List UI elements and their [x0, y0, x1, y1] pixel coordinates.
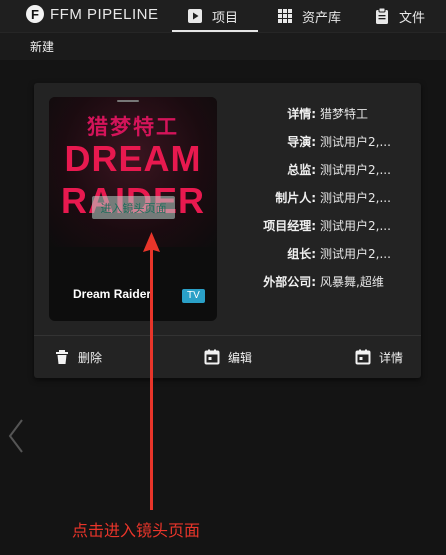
secondary-toolbar: 新建: [0, 32, 446, 60]
calendar-edit-icon: [204, 349, 220, 365]
detail-value: 测试用户2,...: [320, 135, 391, 149]
detail-label: 项目经理:: [263, 219, 316, 233]
delete-label: 删除: [78, 350, 103, 365]
detail-label: 详情: [379, 350, 404, 365]
detail-row: 导演: 测试用户2,...: [230, 133, 416, 161]
trash-icon: [56, 350, 68, 364]
poster-handle: [117, 100, 139, 102]
nav-tab-projects[interactable]: 项目: [186, 0, 238, 32]
enter-shot-page-button[interactable]: 进入镜头页面: [92, 196, 175, 219]
detail-row: 外部公司: 风暴舞,超维: [230, 273, 416, 301]
clipboard-icon: [373, 7, 391, 25]
detail-label: 总监:: [287, 163, 316, 177]
detail-row: 项目经理: 测试用户2,...: [230, 217, 416, 245]
new-button[interactable]: 新建: [30, 38, 54, 55]
nav-tab-label: 项目: [212, 10, 239, 26]
detail-label: 组长:: [287, 247, 316, 261]
detail-row: 总监: 测试用户2,...: [230, 161, 416, 189]
detail-label: 导演:: [287, 135, 316, 149]
chevron-left-icon[interactable]: [6, 418, 26, 454]
calendar-detail-icon: [355, 349, 371, 365]
annotation-text: 点击进入镜头页面: [72, 521, 201, 540]
project-poster[interactable]: 猎梦特工 DREAM RAIDER 进入镜头页面 Dream Raider TV: [49, 97, 217, 321]
nav-tab-label: 资产库: [302, 10, 342, 26]
project-details: 详情: 猎梦特工 导演: 测试用户2,... 总监: 测试用户2,... 制片人…: [230, 105, 416, 301]
detail-value: 测试用户2,...: [320, 247, 391, 261]
project-name: Dream Raider: [73, 287, 152, 301]
detail-label: 外部公司:: [263, 275, 316, 289]
project-card: 猎梦特工 DREAM RAIDER 进入镜头页面 Dream Raider TV…: [34, 83, 421, 378]
edit-button[interactable]: 编辑: [204, 347, 252, 367]
brand[interactable]: F FFM PIPELINE: [26, 5, 159, 23]
detail-value: 测试用户2,...: [320, 163, 391, 177]
poster-title-cn: 猎梦特工: [87, 115, 179, 139]
project-type-badge: TV: [182, 289, 205, 303]
detail-value: 测试用户2,...: [320, 191, 391, 205]
detail-label: 制片人:: [275, 191, 316, 205]
detail-row: 组长: 测试用户2,...: [230, 245, 416, 273]
poster-title-en-line1: DREAM: [64, 138, 202, 179]
detail-value: 风暴舞,超维: [320, 275, 384, 289]
detail-value: 测试用户2,...: [320, 219, 391, 233]
nav-tab-files[interactable]: 文件: [373, 0, 425, 32]
delete-button[interactable]: 删除: [54, 347, 102, 367]
grid-icon: [276, 7, 294, 25]
edit-label: 编辑: [228, 350, 253, 365]
nav-tab-assets[interactable]: 资产库: [276, 0, 341, 32]
detail-row: 详情: 猎梦特工: [230, 105, 416, 133]
detail-value: 猎梦特工: [320, 107, 369, 121]
brand-title: FFM PIPELINE: [50, 5, 159, 23]
detail-button[interactable]: 详情: [355, 347, 403, 367]
play-box-icon: [186, 7, 204, 25]
brand-logo-icon: F: [26, 5, 44, 23]
nav-tab-label: 文件: [399, 10, 426, 26]
detail-row: 制片人: 测试用户2,...: [230, 189, 416, 217]
detail-label: 详情:: [287, 107, 316, 121]
top-nav: F FFM PIPELINE 项目 资产库 文件: [0, 0, 446, 32]
card-divider: [34, 335, 421, 336]
